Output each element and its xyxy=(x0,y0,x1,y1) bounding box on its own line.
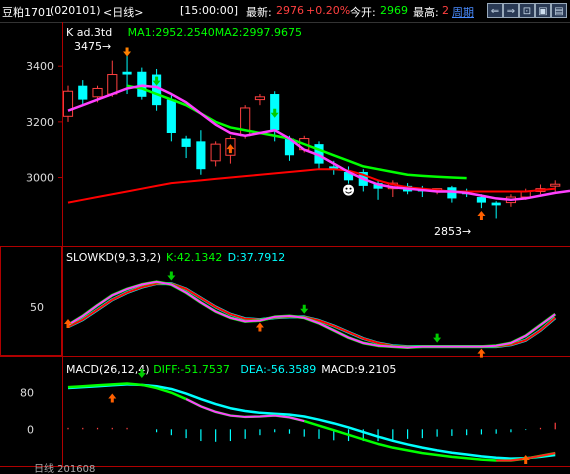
candle-body xyxy=(254,96,266,101)
candle-body xyxy=(181,138,191,147)
kd-buy-arrow xyxy=(255,322,264,332)
candle-body xyxy=(78,85,88,100)
candle-body xyxy=(92,87,103,98)
sell-arrow xyxy=(123,47,132,57)
candle-body xyxy=(62,90,74,117)
macd-legend-3: MACD:9.2105 xyxy=(321,363,396,376)
dea-line xyxy=(67,383,556,460)
macd-buy-arrow xyxy=(521,454,530,464)
kd-d-line xyxy=(67,282,556,348)
macd-legend-2: DEA:-56.3589 xyxy=(240,363,316,376)
candle-body xyxy=(491,202,501,206)
high-annotation: 3475→ xyxy=(74,40,111,53)
kd-k-line xyxy=(67,280,556,349)
price-tick-label: 3400 xyxy=(26,60,54,73)
price-legend-1: MA1:2952.2540 xyxy=(128,26,215,39)
candle-body xyxy=(166,99,176,133)
candle-body xyxy=(476,197,486,203)
buy-arrow xyxy=(477,210,486,220)
kd-k-green xyxy=(67,280,557,349)
chart-window: 豆粕1701 (020101) <日线> [15:00:00] 最新: 2976… xyxy=(0,0,570,474)
macd-tick-label: 0 xyxy=(27,423,34,436)
footer-label: 日线 201608 xyxy=(34,462,95,474)
price-legend-2: MA2:2997.9675 xyxy=(215,26,302,39)
macd-legend-0: MACD(26,12,4) xyxy=(66,363,150,376)
kd-legend-0: SLOWKD(9,3,3,2) xyxy=(66,251,161,264)
kd-d-cyan xyxy=(67,282,557,349)
price-legend-0: K ad.3td xyxy=(66,26,112,39)
low-annotation: 2853→ xyxy=(434,225,471,238)
macd-tick-label: 80 xyxy=(20,387,34,400)
kd-sell-arrow xyxy=(300,304,309,314)
kd-tick-label: 50 xyxy=(30,301,44,314)
ma2-line xyxy=(126,84,467,180)
macd-legend-1: DIFF:-51.7537 xyxy=(153,363,230,376)
kd-sell-arrow xyxy=(433,333,442,343)
candle-body xyxy=(137,71,147,97)
candle-body xyxy=(210,143,221,162)
smiley-icon xyxy=(342,183,356,197)
smiley-icon-eye xyxy=(345,187,348,190)
smiley-icon-eye xyxy=(349,187,352,190)
kd-legend-2: D:37.7912 xyxy=(228,251,286,264)
candle-body xyxy=(107,74,118,95)
macd-buy-arrow xyxy=(108,393,117,403)
diff-line xyxy=(67,382,556,462)
candle-body xyxy=(122,71,132,75)
candle-body xyxy=(550,183,561,187)
candle-body xyxy=(196,141,206,170)
kd-legend-1: K:42.1342 xyxy=(166,251,222,264)
kd-sell-arrow xyxy=(167,271,176,281)
price-tick-label: 3200 xyxy=(26,116,54,129)
price-tick-label: 3000 xyxy=(26,172,54,185)
chart-canvas: 3400 3200 3000 K ad.3td MA1:2952.2540 MA2:299… xyxy=(0,22,570,474)
